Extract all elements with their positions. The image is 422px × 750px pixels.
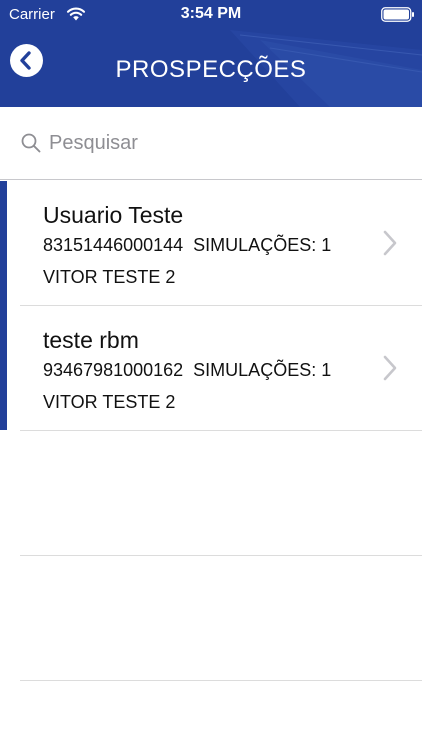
item-document: 83151446000144	[43, 235, 184, 255]
item-owner: VITOR TESTE 2	[43, 392, 176, 412]
status-time: 3:54 PM	[180, 5, 242, 22]
item-details: 93467981000162 SIMULAÇÕES: 1	[43, 360, 331, 381]
item-simulations: SIMULAÇÕES: 1	[193, 235, 332, 255]
list-item[interactable]: teste rbm 93467981000162 SIMULAÇÕES: 1 V…	[0, 306, 422, 431]
item-simulations: SIMULAÇÕES: 1	[193, 360, 332, 380]
row-divider	[20, 430, 422, 431]
item-owner: VITOR TESTE 2	[43, 267, 176, 287]
navigation-header: Carrier 3:54 PM PROSPECÇÕES	[0, 0, 422, 107]
search-input[interactable]	[49, 129, 409, 157]
list-item[interactable]: Usuario Teste 83151446000144 SIMULAÇÕES:…	[0, 181, 422, 306]
empty-row-divider	[20, 555, 422, 556]
empty-row-divider	[20, 680, 422, 681]
item-name: teste rbm	[43, 327, 139, 353]
chevron-right-icon	[383, 355, 397, 381]
item-document: 93467981000162	[43, 360, 184, 380]
chevron-right-icon	[383, 230, 397, 256]
item-name: Usuario Teste	[43, 202, 184, 228]
page-title: PROSPECÇÕES	[115, 56, 307, 83]
battery-icon	[381, 7, 414, 22]
prospect-list: Usuario Teste 83151446000144 SIMULAÇÕES:…	[0, 181, 422, 431]
search-icon	[21, 133, 41, 153]
item-details: 83151446000144 SIMULAÇÕES: 1	[43, 235, 331, 256]
status-bar: Carrier 3:54 PM	[0, 0, 422, 30]
